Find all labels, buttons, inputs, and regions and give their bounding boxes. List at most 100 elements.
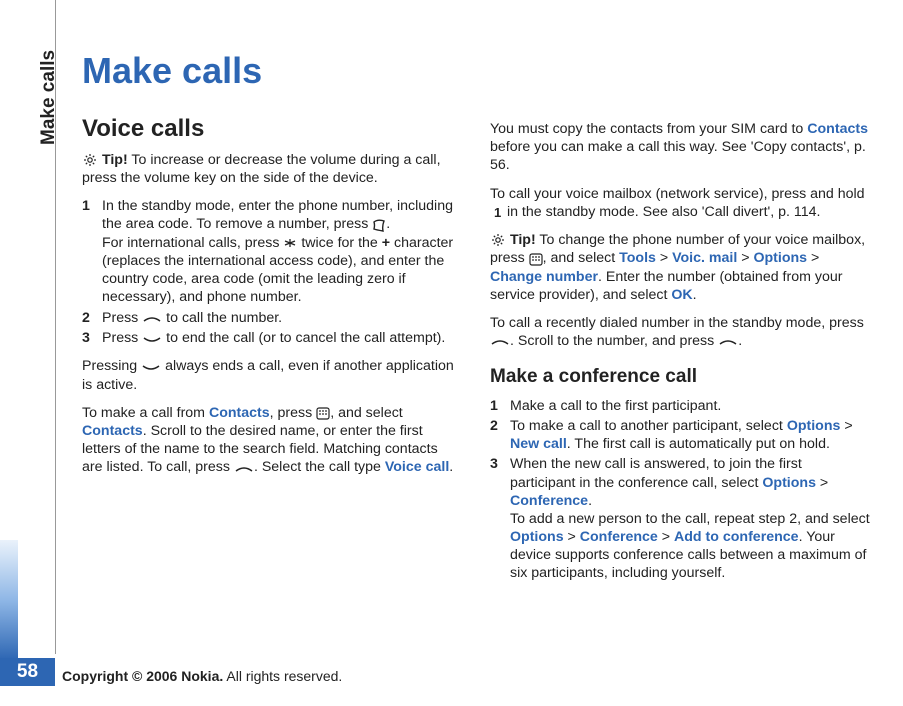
text: , press bbox=[270, 405, 317, 421]
end-key-icon bbox=[142, 329, 162, 347]
menu-key-icon bbox=[316, 404, 330, 422]
tip-label: Tip! bbox=[102, 152, 128, 168]
step-num: 3 bbox=[82, 329, 102, 347]
call-key-icon bbox=[234, 459, 254, 477]
subsection-conference: Make a conference call bbox=[490, 365, 870, 389]
paragraph-sim-copy: You must copy the contacts from your SIM… bbox=[490, 120, 870, 175]
step-body: Press to call the number. bbox=[102, 309, 462, 327]
step-body: When the new call is answered, to join t… bbox=[510, 455, 870, 582]
link-tools: Tools bbox=[619, 250, 656, 266]
column-right: You must copy the contacts from your SIM… bbox=[490, 48, 870, 593]
text: To make a call to another participant, s… bbox=[510, 418, 787, 434]
clear-key-icon bbox=[372, 216, 386, 234]
column-left: Make calls Voice calls Tip! To increase … bbox=[82, 48, 462, 593]
content-area: Make calls Voice calls Tip! To increase … bbox=[82, 48, 870, 593]
link-conference: Conference bbox=[580, 529, 658, 545]
tip-icon bbox=[490, 231, 506, 249]
text: > bbox=[807, 250, 819, 266]
tip-icon bbox=[82, 151, 98, 169]
link-options: Options bbox=[510, 529, 564, 545]
side-bar bbox=[0, 0, 18, 706]
footer-bold: Copyright © 2006 Nokia. bbox=[62, 668, 223, 684]
text: Press bbox=[102, 330, 142, 346]
footer-rest: All rights reserved. bbox=[223, 668, 342, 684]
text: > bbox=[840, 418, 852, 434]
vertical-divider bbox=[55, 0, 56, 654]
side-gradient bbox=[0, 540, 18, 660]
step-body: To make a call to another participant, s… bbox=[510, 417, 870, 453]
paragraph-end-key: Pressing always ends a call, even if ano… bbox=[82, 357, 462, 394]
link-contacts: Contacts bbox=[209, 405, 270, 421]
text: . The first call is automatically put on… bbox=[567, 436, 830, 452]
text: before you can make a call this way. See… bbox=[490, 139, 866, 173]
plus-char: + bbox=[382, 235, 390, 251]
text: twice for the bbox=[301, 235, 381, 251]
link-ok: OK bbox=[671, 287, 692, 303]
link-voice-call: Voice call bbox=[385, 459, 449, 475]
conf-step-2: 2 To make a call to another participant,… bbox=[490, 417, 870, 453]
text: > bbox=[816, 475, 828, 491]
step-body: Press to end the call (or to cancel the … bbox=[102, 329, 462, 347]
text: To call a recently dialed number in the … bbox=[490, 315, 864, 331]
text: > bbox=[564, 529, 580, 545]
text: , and select bbox=[543, 250, 620, 266]
text: . Scroll to the number, and press bbox=[510, 333, 718, 349]
conference-steps: 1 Make a call to the first participant. … bbox=[490, 397, 870, 583]
link-options: Options bbox=[762, 475, 816, 491]
conf-step-3: 3 When the new call is answered, to join… bbox=[490, 455, 870, 582]
step-num: 3 bbox=[490, 455, 510, 582]
text: > bbox=[737, 250, 753, 266]
text: In the standby mode, enter the phone num… bbox=[102, 198, 453, 232]
step-num: 2 bbox=[82, 309, 102, 327]
call-key-icon bbox=[142, 309, 162, 327]
text: > bbox=[658, 529, 674, 545]
tip-change-mailbox: Tip! To change the phone number of your … bbox=[490, 231, 870, 304]
step-num: 1 bbox=[82, 197, 102, 306]
link-contacts: Contacts bbox=[807, 121, 868, 137]
star-key-icon bbox=[283, 234, 297, 252]
link-voic-mail: Voic. mail bbox=[672, 250, 737, 266]
text: To add a new person to the call, repeat … bbox=[510, 511, 870, 527]
text: > bbox=[656, 250, 672, 266]
text: , and select bbox=[330, 405, 403, 421]
conf-step-1: 1 Make a call to the first participant. bbox=[490, 397, 870, 415]
text: . bbox=[588, 493, 592, 509]
text: in the standby mode. See also 'Call dive… bbox=[507, 204, 821, 220]
link-options: Options bbox=[753, 250, 807, 266]
link-contacts: Contacts bbox=[82, 423, 143, 439]
step-num: 1 bbox=[490, 397, 510, 415]
end-key-icon bbox=[141, 357, 161, 375]
text: . bbox=[449, 459, 453, 475]
text: Pressing bbox=[82, 358, 141, 374]
step-3: 3 Press to end the call (or to cancel th… bbox=[82, 329, 462, 347]
one-key-icon: 1 bbox=[490, 203, 503, 221]
call-key-icon bbox=[490, 332, 510, 350]
text: . bbox=[738, 333, 742, 349]
step-1: 1 In the standby mode, enter the phone n… bbox=[82, 197, 462, 306]
link-conference: Conference bbox=[510, 493, 588, 509]
step-num: 2 bbox=[490, 417, 510, 453]
text: For international calls, press bbox=[102, 235, 283, 251]
link-new-call: New call bbox=[510, 436, 567, 452]
text: to call the number. bbox=[166, 310, 282, 326]
text: You must copy the contacts from your SIM… bbox=[490, 121, 807, 137]
footer-copyright: Copyright © 2006 Nokia. All rights reser… bbox=[62, 668, 342, 684]
page-number: 58 bbox=[0, 658, 55, 686]
side-tab-label: Make calls bbox=[38, 50, 60, 145]
link-options: Options bbox=[787, 418, 841, 434]
voice-call-steps: 1 In the standby mode, enter the phone n… bbox=[82, 197, 462, 347]
tip-label: Tip! bbox=[510, 232, 536, 248]
text: Press bbox=[102, 310, 142, 326]
call-key-icon bbox=[718, 332, 738, 350]
link-add-to-conference: Add to conference bbox=[674, 529, 799, 545]
page-title: Make calls bbox=[82, 48, 462, 94]
text: . bbox=[693, 287, 697, 303]
tip-volume: Tip! To increase or decrease the volume … bbox=[82, 151, 462, 188]
text: To call your voice mailbox (network serv… bbox=[490, 186, 865, 202]
text: . Select the call type bbox=[254, 459, 385, 475]
menu-key-icon bbox=[529, 250, 543, 268]
tip-text: To increase or decrease the volume durin… bbox=[82, 152, 441, 186]
link-change-number: Change number bbox=[490, 269, 598, 285]
step-2: 2 Press to call the number. bbox=[82, 309, 462, 327]
text: . bbox=[386, 216, 390, 232]
